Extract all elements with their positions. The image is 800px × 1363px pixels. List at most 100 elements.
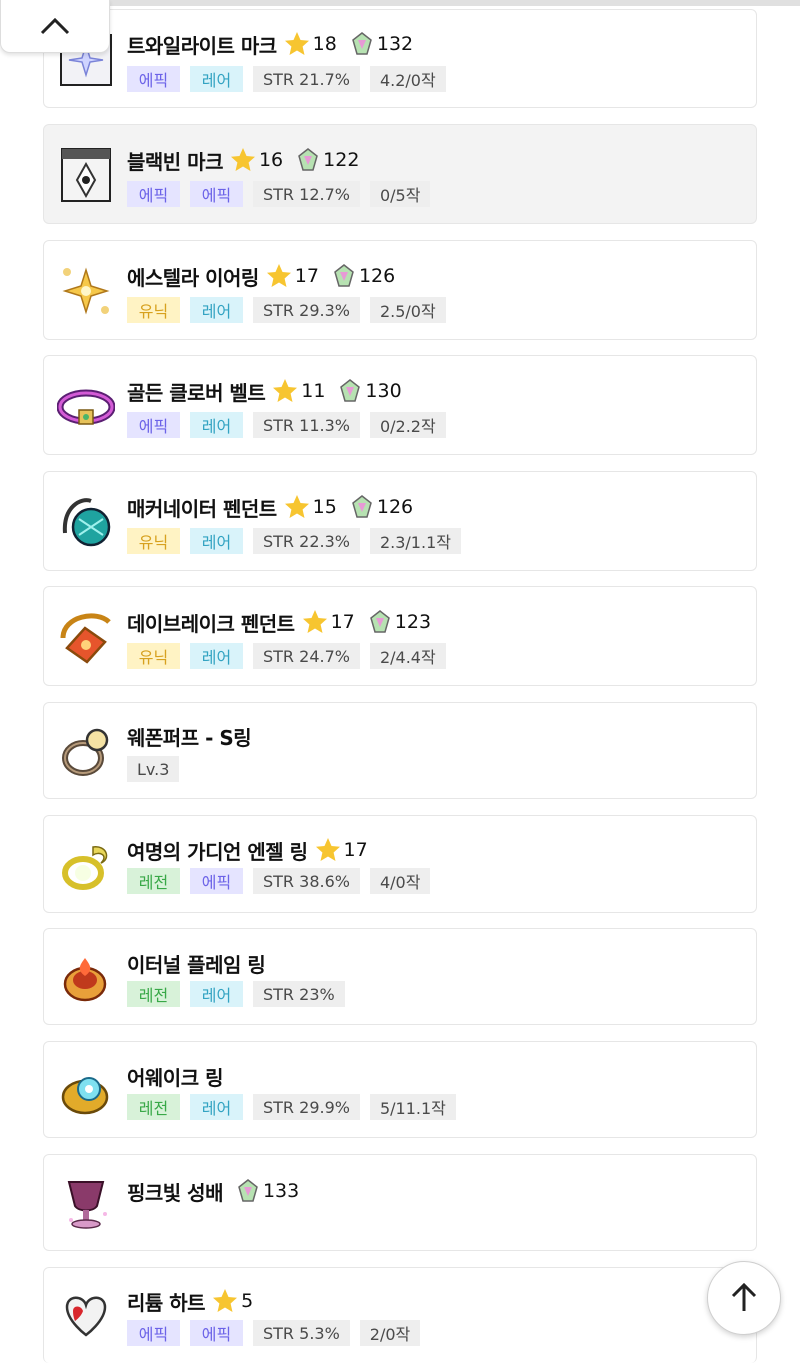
awake-ring-icon bbox=[56, 1062, 116, 1122]
title-row: 매커네이터 펜던트 15 126 bbox=[127, 492, 413, 522]
starforce: 17 bbox=[314, 836, 368, 864]
upgrade-tag: 2.5/0작 bbox=[369, 297, 446, 323]
star-icon bbox=[284, 495, 309, 518]
equipment-card[interactable]: 여명의 가디언 엔젤 링 17 레전 에픽 STR 38.6% 4/0작 bbox=[43, 815, 757, 913]
gem-value: 130 bbox=[365, 380, 402, 402]
tag-row: 에픽 레어 STR 21.7% 4.2/0작 bbox=[127, 66, 446, 92]
star-icon bbox=[273, 379, 298, 402]
starforce: 18 bbox=[283, 30, 337, 58]
scroll-to-top-button[interactable] bbox=[707, 1261, 781, 1335]
item-name: 리튬 하트 bbox=[127, 1290, 206, 1315]
additional-grade-tag: 에픽 bbox=[190, 868, 243, 894]
potential-grade-tag: 레전 bbox=[127, 1094, 180, 1120]
title-row: 트와일라이트 마크 18 132 bbox=[127, 29, 413, 59]
tag-row: 유닉 레어 STR 24.7% 2/4.4작 bbox=[127, 643, 446, 669]
daybreak-pendant-icon bbox=[56, 607, 116, 667]
gem-icon bbox=[298, 148, 319, 171]
tag-row: 유닉 레어 STR 29.3% 2.5/0작 bbox=[127, 297, 446, 323]
potential-grade-tag: 에픽 bbox=[127, 412, 180, 438]
star-icon bbox=[302, 610, 327, 633]
gem-value: 126 bbox=[358, 265, 396, 287]
tag-row: 에픽 에픽 STR 5.3% 2/0작 bbox=[127, 1320, 421, 1346]
equipment-card[interactable]: 이터널 플레임 링 레전 레어 STR 23% bbox=[43, 928, 757, 1025]
star-count: 17 bbox=[330, 611, 355, 633]
title-row: 블랙빈 마크 16 122 bbox=[127, 145, 359, 175]
item-name: 골든 클로버 벨트 bbox=[127, 380, 266, 405]
estella-earring-icon bbox=[56, 261, 116, 321]
potential-grade-tag: 에픽 bbox=[127, 66, 180, 92]
title-row: 데이브레이크 펜던트 17 123 bbox=[127, 607, 431, 637]
pink-holy-cup-icon bbox=[56, 1173, 116, 1233]
item-name: 웨폰퍼프 - S링 bbox=[127, 725, 252, 750]
tag-row: 레전 레어 STR 29.9% 5/11.1작 bbox=[127, 1094, 456, 1120]
chevron-up-icon bbox=[40, 17, 70, 35]
item-name: 데이브레이크 펜던트 bbox=[127, 611, 295, 636]
equipment-card[interactable]: 핑크빛 성배 133 bbox=[43, 1154, 757, 1251]
potential-gem: 130 bbox=[337, 378, 402, 404]
title-row: 리튬 하트 5 bbox=[127, 1286, 253, 1316]
potential-grade-tag: 유닉 bbox=[127, 297, 180, 323]
eternal-flame-ring-icon bbox=[56, 949, 116, 1009]
additional-grade-tag: 에픽 bbox=[190, 1320, 243, 1346]
title-row: 이터널 플레임 링 bbox=[127, 948, 266, 978]
title-row: 웨폰퍼프 - S링 bbox=[127, 721, 252, 751]
gem-icon bbox=[351, 495, 372, 518]
potential-grade-tag: 레전 bbox=[127, 981, 180, 1007]
stat-tag: STR 29.9% bbox=[253, 1094, 360, 1120]
potential-grade-tag: 유닉 bbox=[127, 528, 180, 554]
starforce: 11 bbox=[271, 377, 325, 405]
additional-grade-tag: 레어 bbox=[190, 297, 243, 323]
additional-grade-tag: 레어 bbox=[190, 981, 243, 1007]
equipment-card[interactable]: 어웨이크 링 레전 레어 STR 29.9% 5/11.1작 bbox=[43, 1041, 757, 1138]
collapse-button[interactable] bbox=[0, 0, 110, 53]
tag-row: 레전 레어 STR 23% bbox=[127, 981, 345, 1007]
potential-gem: 122 bbox=[295, 147, 359, 173]
tag-row: 레전 에픽 STR 38.6% 4/0작 bbox=[127, 868, 431, 894]
gem-value: 126 bbox=[376, 496, 414, 518]
equipment-card[interactable]: 데이브레이크 펜던트 17 123 유닉 레어 STR 24.7% 2/4.4작 bbox=[43, 586, 757, 686]
additional-grade-tag: 레어 bbox=[190, 528, 243, 554]
star-icon bbox=[213, 1289, 238, 1312]
top-border bbox=[108, 0, 800, 6]
title-row: 여명의 가디언 엔젤 링 17 bbox=[127, 835, 368, 865]
star-icon bbox=[266, 264, 291, 287]
additional-grade-tag: 레어 bbox=[190, 643, 243, 669]
potential-grade-tag: 유닉 bbox=[127, 643, 180, 669]
upgrade-tag: 0/2.2작 bbox=[369, 412, 446, 438]
equipment-card[interactable]: 리튬 하트 5 에픽 에픽 STR 5.3% 2/0작 bbox=[43, 1267, 757, 1363]
mechanator-pendant-icon bbox=[56, 492, 116, 552]
item-name: 블랙빈 마크 bbox=[127, 149, 223, 174]
equipment-card[interactable]: 에스텔라 이어링 17 126 유닉 레어 STR 29.3% 2.5/0작 bbox=[43, 240, 757, 340]
potential-gem: 132 bbox=[349, 31, 413, 57]
equipment-card[interactable]: 웨폰퍼프 - S링 Lv.3 bbox=[43, 702, 757, 799]
upgrade-tag: 4.2/0작 bbox=[369, 66, 446, 92]
equipment-card[interactable]: 블랙빈 마크 16 122 에픽 에픽 STR 12.7% 0/5작 bbox=[43, 124, 757, 224]
upgrade-tag: 0/5작 bbox=[369, 181, 431, 207]
potential-grade-tag: 에픽 bbox=[127, 1320, 180, 1346]
star-count: 17 bbox=[343, 839, 368, 861]
additional-grade-tag: 레어 bbox=[190, 1094, 243, 1120]
potential-gem: 126 bbox=[331, 263, 395, 289]
equipment-card[interactable]: 트와일라이트 마크 18 132 에픽 레어 STR 21.7% 4.2/0작 bbox=[43, 9, 757, 108]
star-icon bbox=[315, 838, 340, 861]
star-count: 18 bbox=[312, 33, 337, 55]
item-name: 에스텔라 이어링 bbox=[127, 265, 259, 290]
weapon-puff-ring-icon bbox=[56, 721, 116, 781]
lithium-heart-icon bbox=[56, 1286, 116, 1346]
item-name: 매커네이터 펜던트 bbox=[127, 496, 277, 521]
gem-value: 122 bbox=[323, 149, 360, 171]
gem-icon bbox=[369, 610, 390, 633]
equipment-card[interactable]: 골든 클로버 벨트 11 130 에픽 레어 STR 11.3% 0/2.2작 bbox=[43, 355, 757, 455]
equipment-card[interactable]: 매커네이터 펜던트 15 126 유닉 레어 STR 22.3% 2.3/1.1… bbox=[43, 471, 757, 571]
stat-tag: STR 24.7% bbox=[253, 643, 360, 669]
star-icon bbox=[230, 148, 255, 171]
potential-gem: 133 bbox=[235, 1178, 299, 1204]
item-name: 핑크빛 성배 bbox=[127, 1180, 223, 1205]
tag-row: 에픽 에픽 STR 12.7% 0/5작 bbox=[127, 181, 431, 207]
arrow-up-icon bbox=[731, 1282, 757, 1311]
potential-gem: 126 bbox=[349, 494, 413, 520]
additional-grade-tag: 레어 bbox=[190, 412, 243, 438]
item-name: 트와일라이트 마크 bbox=[127, 33, 277, 58]
star-count: 5 bbox=[241, 1290, 254, 1312]
potential-gem: 123 bbox=[367, 609, 431, 635]
